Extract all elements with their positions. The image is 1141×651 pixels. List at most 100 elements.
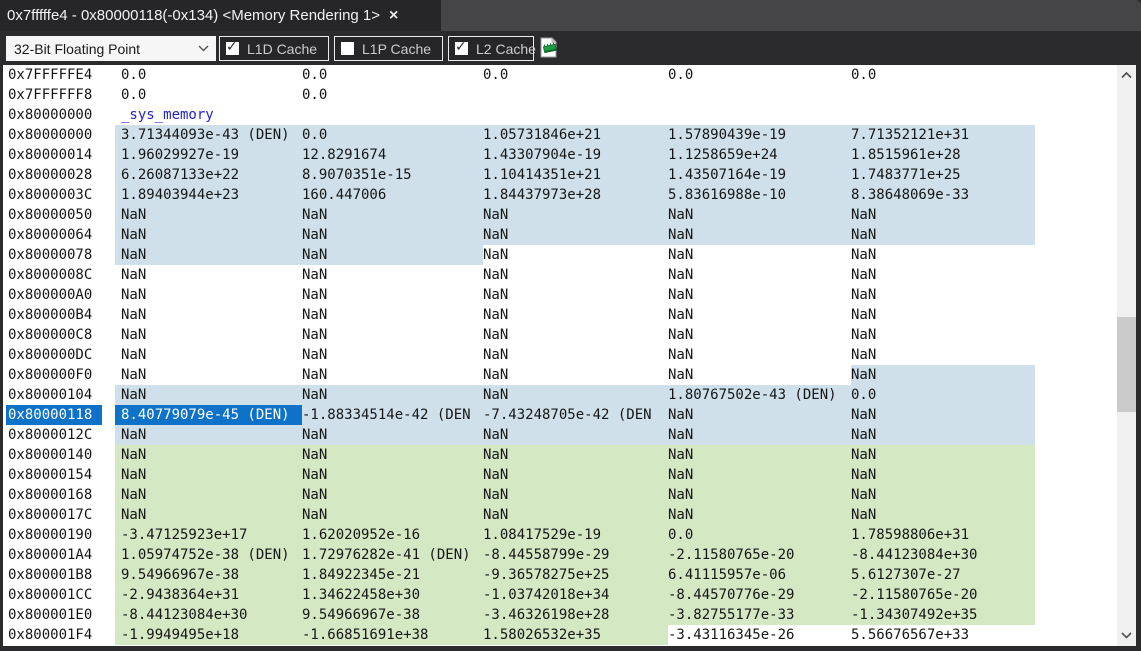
memory-cell[interactable]: NaN <box>302 365 483 385</box>
memory-cell[interactable]: 1.10414351e+21 <box>483 165 668 185</box>
address-label[interactable]: 0x8000003C <box>6 185 102 205</box>
memory-cell[interactable]: -1.88334514e-42 (DEN <box>302 405 483 425</box>
memory-cell[interactable]: -3.46326198e+28 <box>483 605 668 625</box>
memory-cell[interactable]: 5.6127307e-27 <box>851 565 1035 585</box>
memory-cell[interactable]: NaN <box>851 245 1035 265</box>
memory-cell[interactable]: NaN <box>115 365 302 385</box>
address-label[interactable]: 0x80000154 <box>6 465 102 485</box>
address-label[interactable]: 0x80000078 <box>6 245 102 265</box>
memory-cell[interactable]: NaN <box>668 445 851 465</box>
memory-cell[interactable]: 1.05731846e+21 <box>483 125 668 145</box>
memory-cell[interactable]: -9.36578275e+25 <box>483 565 668 585</box>
memory-cell[interactable]: -1.66851691e+38 <box>302 625 483 645</box>
memory-cell[interactable]: NaN <box>302 445 483 465</box>
memory-cell[interactable]: NaN <box>668 405 851 425</box>
memory-cell[interactable]: 1.58026532e+35 <box>483 625 668 645</box>
memory-cell[interactable]: NaN <box>302 305 483 325</box>
memory-cell[interactable]: 1.72976282e-41 (DEN) <box>302 545 483 565</box>
memory-cell[interactable]: NaN <box>115 205 302 225</box>
memory-cell[interactable]: 1.43507164e-19 <box>668 165 851 185</box>
memory-cell[interactable]: NaN <box>302 285 483 305</box>
memory-cell[interactable]: NaN <box>302 245 483 265</box>
memory-cell[interactable]: 0.0 <box>115 85 302 105</box>
memory-cell[interactable]: 1.08417529e-19 <box>483 525 668 545</box>
address-label[interactable]: 0x8000017C <box>6 505 102 525</box>
memory-cell[interactable]: 1.7483771e+25 <box>851 165 1035 185</box>
memory-cell[interactable]: 9.54966967e-38 <box>302 605 483 625</box>
memory-cell[interactable]: 7.71352121e+31 <box>851 125 1035 145</box>
memory-cell[interactable]: 9.54966967e-38 <box>115 565 302 585</box>
memory-cell[interactable]: -3.82755177e-33 <box>668 605 851 625</box>
memory-cell[interactable]: NaN <box>668 205 851 225</box>
memory-cell[interactable]: NaN <box>483 505 668 525</box>
memory-cell[interactable]: NaN <box>483 445 668 465</box>
memory-cell[interactable]: 8.40779079e-45 (DEN) <box>115 405 302 425</box>
memory-cell[interactable]: 5.56676567e+33 <box>851 625 1035 645</box>
address-label[interactable]: 0x80000190 <box>6 525 102 545</box>
memory-cell[interactable]: NaN <box>668 425 851 445</box>
memory-cell[interactable]: -7.43248705e-42 (DEN <box>483 405 668 425</box>
memory-cell[interactable]: NaN <box>483 465 668 485</box>
memory-cell[interactable]: NaN <box>851 405 1035 425</box>
memory-cell[interactable]: NaN <box>115 245 302 265</box>
memory-cell[interactable]: 1.1258659e+24 <box>668 145 851 165</box>
l2-cache-toggle[interactable]: ✓ L2 Cache <box>448 36 536 61</box>
memory-cell[interactable]: NaN <box>483 305 668 325</box>
memory-cell[interactable]: 1.43307904e-19 <box>483 145 668 165</box>
memory-cell[interactable]: 8.38648069e-33 <box>851 185 1035 205</box>
memory-cell[interactable]: -1.34307492e+35 <box>851 605 1035 625</box>
format-select[interactable]: 32-Bit Floating Point <box>6 36 216 61</box>
memory-cell[interactable]: NaN <box>668 365 851 385</box>
memory-cell[interactable]: -3.47125923e+17 <box>115 525 302 545</box>
memory-cell[interactable] <box>483 85 668 105</box>
memory-cell[interactable]: NaN <box>668 225 851 245</box>
memory-cell[interactable]: NaN <box>668 245 851 265</box>
memory-cell[interactable]: 8.9070351e-15 <box>302 165 483 185</box>
memory-cell[interactable]: NaN <box>851 305 1035 325</box>
address-label[interactable]: 0x80000104 <box>6 385 102 405</box>
address-label[interactable]: 0x800000F0 <box>6 365 102 385</box>
address-label[interactable]: 0x800000B4 <box>6 305 102 325</box>
memory-cell[interactable]: -2.9438364e+31 <box>115 585 302 605</box>
memory-cell[interactable]: NaN <box>851 345 1035 365</box>
memory-cell[interactable]: NaN <box>851 265 1035 285</box>
memory-cell[interactable]: NaN <box>668 325 851 345</box>
address-label[interactable]: 0x7FFFFFF8 <box>6 85 102 105</box>
memory-cell[interactable]: NaN <box>115 505 302 525</box>
address-label[interactable]: 0x8000012C <box>6 425 102 445</box>
memory-cell[interactable] <box>851 85 1035 105</box>
memory-cell[interactable]: -1.9949495e+18 <box>115 625 302 645</box>
memory-cell[interactable]: 5.83616988e-10 <box>668 185 851 205</box>
memory-cell[interactable]: -8.44570776e-29 <box>668 585 851 605</box>
memory-cell[interactable]: 1.96029927e-19 <box>115 145 302 165</box>
memory-cell[interactable] <box>668 85 851 105</box>
memory-cell[interactable]: NaN <box>302 205 483 225</box>
memory-cell[interactable]: NaN <box>302 465 483 485</box>
memory-cell[interactable]: NaN <box>483 425 668 445</box>
memory-cell[interactable]: NaN <box>483 225 668 245</box>
scroll-down-icon[interactable] <box>1117 627 1136 644</box>
memory-cell[interactable]: 1.8515961e+28 <box>851 145 1035 165</box>
memory-cell[interactable]: NaN <box>483 325 668 345</box>
memory-cell[interactable]: NaN <box>851 465 1035 485</box>
address-label[interactable]: 0x80000028 <box>6 165 102 185</box>
memory-cell[interactable]: 1.80767502e-43 (DEN) <box>668 385 851 405</box>
address-label[interactable]: 0x80000140 <box>6 445 102 465</box>
l1p-cache-toggle[interactable]: ✓ L1P Cache <box>334 36 443 61</box>
memory-cell[interactable]: 1.84922345e-21 <box>302 565 483 585</box>
vertical-scrollbar[interactable] <box>1117 65 1136 646</box>
address-label[interactable]: 0x80000050 <box>6 205 102 225</box>
memory-cell[interactable]: NaN <box>668 505 851 525</box>
memory-cell[interactable]: NaN <box>851 505 1035 525</box>
memory-cell[interactable]: NaN <box>483 385 668 405</box>
memory-cell[interactable]: NaN <box>115 445 302 465</box>
memory-cell[interactable]: NaN <box>668 485 851 505</box>
memory-cell[interactable]: NaN <box>302 485 483 505</box>
memory-cell[interactable]: 1.05974752e-38 (DEN) <box>115 545 302 565</box>
memory-cell[interactable]: 12.8291674 <box>302 145 483 165</box>
memory-cell[interactable]: NaN <box>668 465 851 485</box>
memory-cell[interactable]: 160.447006 <box>302 185 483 205</box>
address-label[interactable]: 0x800001A4 <box>6 545 102 565</box>
memory-cell[interactable]: 0.0 <box>302 85 483 105</box>
memory-cell[interactable]: 0.0 <box>851 385 1035 405</box>
